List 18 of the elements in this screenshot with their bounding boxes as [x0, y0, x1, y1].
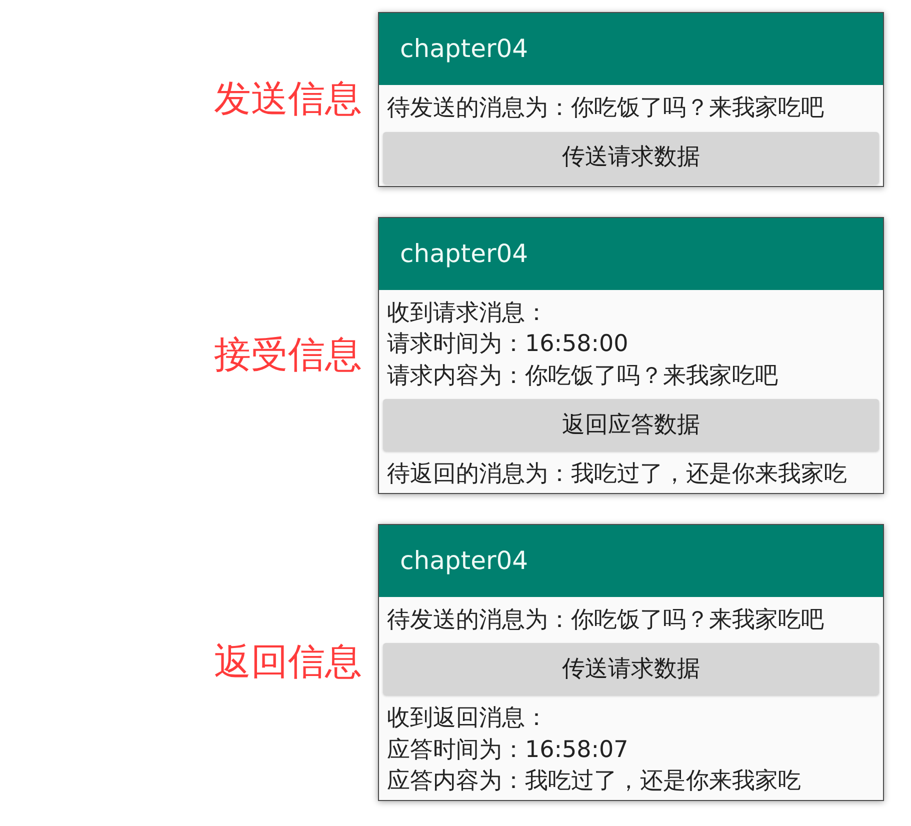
action-button[interactable]: 传送请求数据: [383, 132, 879, 184]
message-text: 请求内容为：你吃饭了吗？来我家吃吧: [386, 362, 779, 390]
caption-label: 接受信息: [214, 333, 362, 377]
app-title: chapter04: [400, 238, 528, 270]
message-text: 应答时间为：16:58:07: [386, 736, 630, 764]
message-text: 待返回的消息为：我吃过了，还是你来我家吃: [386, 460, 848, 489]
action-button[interactable]: 返回应答数据: [383, 399, 879, 451]
action-button[interactable]: 传送请求数据: [383, 643, 879, 695]
caption-label: 返回信息: [214, 640, 362, 684]
message-text: 待发送的消息为：你吃饭了吗？来我家吃吧: [386, 606, 825, 634]
message-text: 收到请求消息：: [386, 298, 549, 328]
caption-label: 发送信息: [214, 77, 362, 122]
message-text: 待发送的消息为：你吃饭了吗？来我家吃吧: [386, 94, 825, 123]
message-text: 请求时间为：16:58:00: [386, 330, 630, 359]
app-title: chapter04: [400, 33, 528, 66]
message-text: 应答内容为：我吃过了，还是你来我家吃: [386, 767, 802, 796]
app-title: chapter04: [400, 544, 528, 577]
message-text: 收到返回消息：: [386, 704, 549, 733]
